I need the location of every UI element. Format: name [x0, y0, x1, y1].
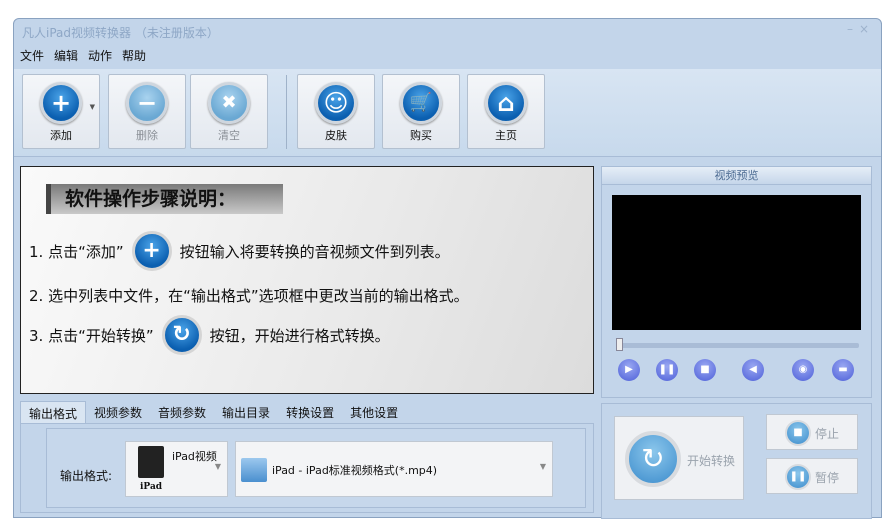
- start-convert-button[interactable]: ↻ 开始转换: [614, 416, 744, 500]
- convert-arrow-icon: ↻: [161, 315, 202, 355]
- home-label: 主页: [495, 129, 517, 142]
- step-1-text: 1. 点击“添加”: [29, 242, 124, 261]
- clear-label: 清空: [218, 129, 240, 142]
- video-screen: [612, 195, 861, 330]
- window-controls: –×: [847, 22, 875, 36]
- ipad-icon: [138, 446, 164, 478]
- tab-audio-params[interactable]: 音频参数: [150, 401, 214, 423]
- preview-title: 视频预览: [602, 167, 871, 185]
- chevron-down-icon: ▼: [539, 462, 546, 471]
- menu-bar: 文件 编辑 动作 帮助: [20, 47, 146, 64]
- close-button[interactable]: ×: [859, 22, 875, 36]
- instructions-heading: 软件操作步骤说明：: [46, 184, 283, 214]
- package-icon: [241, 458, 267, 482]
- step-3-text-2: 按钮，开始进行格式转换。: [209, 326, 390, 345]
- instructions-panel: 软件操作步骤说明： 1. 点击“添加” + 按钮输入将要转换的音视频文件到列表。 2…: [20, 166, 594, 394]
- skin-button[interactable]: ☺ 皮肤: [297, 74, 375, 149]
- skin-label: 皮肤: [325, 129, 347, 142]
- step-1-text-2: 按钮输入将要转换的音视频文件到列表。: [179, 242, 450, 261]
- seek-thumb[interactable]: [616, 338, 623, 351]
- dropdown-arrow-icon[interactable]: ▼: [90, 103, 95, 111]
- add-button[interactable]: + 添加 ▼: [22, 74, 100, 149]
- delete-button[interactable]: − 删除: [108, 74, 186, 149]
- play-icon[interactable]: ▶: [618, 359, 640, 381]
- folder-icon[interactable]: ▬: [832, 359, 854, 381]
- menu-file[interactable]: 文件: [20, 47, 44, 64]
- minus-icon: −: [126, 82, 168, 124]
- start-label: 开始转换: [687, 454, 736, 468]
- video-preview-panel: 视频预览 ▶ ❚❚ ■ ◀ ◉ ▬: [601, 166, 872, 398]
- snapshot-icon[interactable]: ◉: [792, 359, 814, 381]
- pause-button[interactable]: ❚❚ 暂停: [766, 458, 858, 494]
- tab-other-settings[interactable]: 其他设置: [342, 401, 406, 423]
- tab-video-params[interactable]: 视频参数: [86, 401, 150, 423]
- delete-label: 删除: [136, 129, 158, 142]
- pause-icon: ❚❚: [785, 464, 811, 490]
- stop-icon: ■: [785, 420, 811, 446]
- buy-label: 购买: [410, 129, 432, 142]
- plus-icon: +: [40, 82, 82, 124]
- home-icon: ⌂: [485, 82, 527, 124]
- stop-button[interactable]: ■ 停止: [766, 414, 858, 450]
- menu-edit[interactable]: 编辑: [54, 47, 78, 64]
- toolbar-separator: [286, 75, 287, 149]
- settings-tabs: 输出格式 视频参数 音频参数 输出目录 转换设置 其他设置: [20, 401, 406, 423]
- home-button[interactable]: ⌂ 主页: [467, 74, 545, 149]
- stop-icon[interactable]: ■: [694, 359, 716, 381]
- cart-icon: 🛒: [400, 82, 442, 124]
- clear-icon: ✖: [208, 82, 250, 124]
- seek-slider[interactable]: [616, 338, 859, 351]
- buy-button[interactable]: 🛒 购买: [382, 74, 460, 149]
- step-3: 3. 点击“开始转换” ↻ 按钮，开始进行格式转换。: [29, 315, 390, 355]
- tab-output-dir[interactable]: 输出目录: [214, 401, 278, 423]
- minimize-button[interactable]: –: [847, 22, 859, 36]
- clear-button[interactable]: ✖ 清空: [190, 74, 268, 149]
- step-2: 2. 选中列表中文件，在“输出格式”选项框中更改当前的输出格式。: [29, 285, 469, 306]
- plus-icon: +: [131, 231, 172, 271]
- profile-select[interactable]: iPad - iPad标准视频格式(*.mp4) ▼: [235, 441, 553, 497]
- pause-label: 暂停: [815, 471, 840, 485]
- format-label: 输出格式:: [60, 469, 113, 483]
- tab-convert-settings[interactable]: 转换设置: [278, 401, 342, 423]
- menu-action[interactable]: 动作: [88, 47, 112, 64]
- device-value: iPad视频: [172, 450, 217, 463]
- volume-icon[interactable]: ◀: [742, 359, 764, 381]
- chevron-down-icon: ▼: [214, 462, 221, 471]
- device-select[interactable]: iPad视频 iPad ▼: [125, 441, 228, 497]
- format-panel: 输出格式: iPad视频 iPad ▼ iPad - iPad标准视频格式(*.…: [20, 423, 594, 513]
- toolbar: + 添加 ▼ − 删除 ✖ 清空 ☺ 皮肤 🛒 购买 ⌂ 主页: [14, 69, 881, 157]
- device-caption: iPad: [140, 482, 163, 492]
- convert-panel: ↻ 开始转换 ■ 停止 ❚❚ 暂停: [601, 403, 872, 519]
- profile-value: iPad - iPad标准视频格式(*.mp4): [272, 464, 438, 477]
- step-3-text: 3. 点击“开始转换”: [29, 326, 154, 345]
- stop-label: 停止: [815, 427, 840, 441]
- step-1: 1. 点击“添加” + 按钮输入将要转换的音视频文件到列表。: [29, 231, 450, 271]
- add-label: 添加: [50, 129, 72, 142]
- step-2-text: 2. 选中列表中文件，在“输出格式”选项框中更改当前的输出格式。: [29, 287, 469, 305]
- convert-arrow-icon: ↻: [625, 431, 681, 487]
- smiley-icon: ☺: [315, 82, 357, 124]
- window-title: 凡人iPad视频转换器 （未注册版本）: [22, 26, 219, 40]
- tab-output-format[interactable]: 输出格式: [20, 401, 87, 423]
- menu-help[interactable]: 帮助: [122, 47, 146, 64]
- pause-icon[interactable]: ❚❚: [656, 359, 678, 381]
- format-group: 输出格式: iPad视频 iPad ▼ iPad - iPad标准视频格式(*.…: [46, 428, 586, 508]
- app-window: 凡人iPad视频转换器 （未注册版本） –× 文件 编辑 动作 帮助 + 添加 ▼ …: [13, 18, 882, 519]
